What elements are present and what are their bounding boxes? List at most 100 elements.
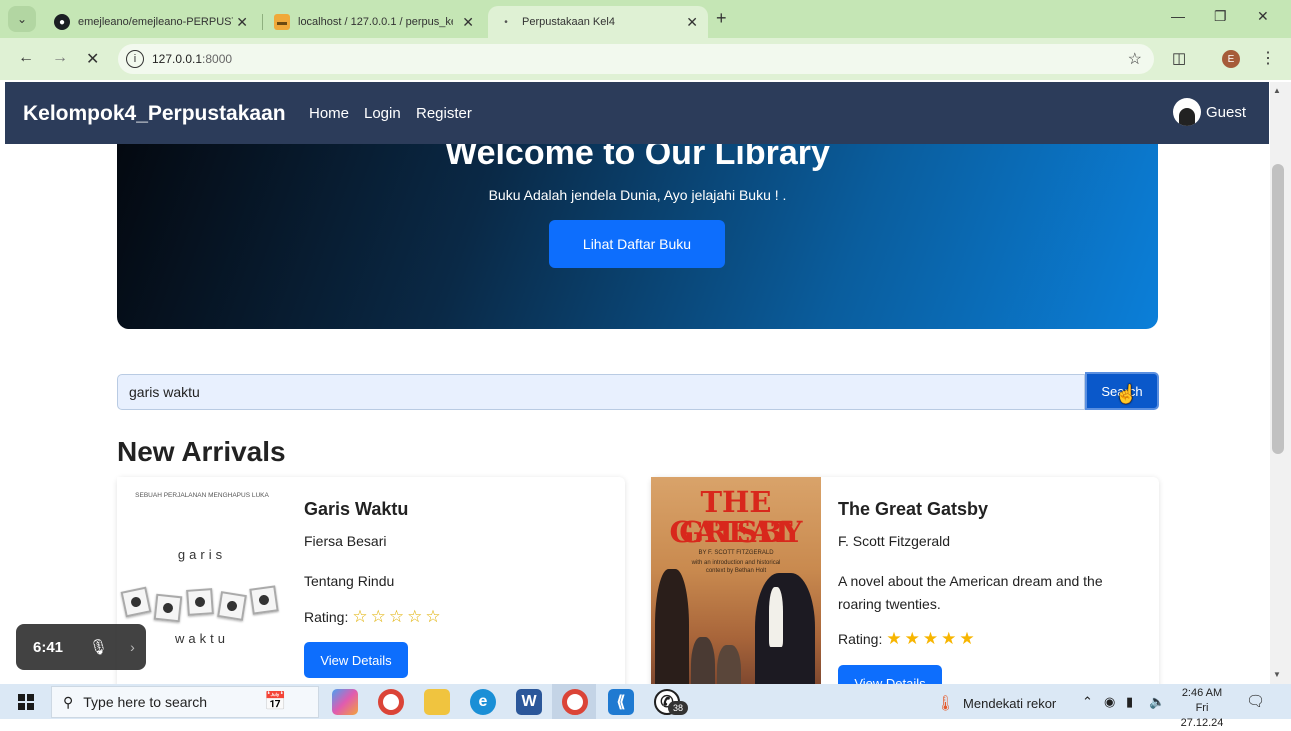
book-author: F. Scott Fitzgerald (838, 533, 951, 549)
page-content: Welcome to Our Library Buku Adalah jende… (5, 144, 1269, 684)
file-explorer-icon[interactable] (424, 689, 450, 715)
cover-figure (755, 573, 815, 684)
site-navbar: Kelompok4_Perpustakaan Home Login Regist… (5, 82, 1269, 144)
user-name: Guest (1206, 103, 1247, 121)
user-avatar-icon (1173, 98, 1201, 126)
book-rating: Rating: ★★★★★ (838, 629, 978, 649)
whatsapp-badge: 38 (668, 701, 688, 715)
rating-label: Rating: (304, 609, 349, 625)
star-filled-icon: ★ (922, 629, 942, 648)
user-menu[interactable]: Guest (1173, 98, 1246, 126)
windows-taskbar: ⚲ Type here to search 📅 e W ⟪ ✆ 🌡 Mendek… (0, 684, 1291, 729)
star-filled-icon: ★ (904, 629, 923, 648)
network-icon[interactable]: ◉ (1104, 694, 1115, 710)
star-filled-icon: ★ (959, 629, 978, 648)
mouse-pointer-icon: ☝ (1115, 384, 1138, 404)
cover-photo (217, 591, 247, 621)
new-tab-button[interactable]: + (716, 8, 727, 29)
address-bar[interactable]: i 127.0.0.1:8000 ☆ (118, 44, 1154, 74)
taskbar-search-box[interactable]: ⚲ Type here to search 📅 (51, 686, 319, 718)
cover-figure (769, 587, 783, 647)
book-card: THE GREAT GATSBY BY F. SCOTT FITZGERALD … (651, 477, 1159, 684)
forward-arrow-icon[interactable]: → (52, 49, 68, 67)
star-empty-icon: ☆ (370, 607, 389, 626)
star-empty-icon: ☆ (352, 607, 371, 626)
hero-subtitle: Buku Adalah jendela Dunia, Ayo jelajahi … (488, 187, 787, 203)
cover-photo (153, 593, 183, 623)
bookmark-star-icon[interactable]: ☆ (1128, 49, 1142, 69)
book-cover-image[interactable]: THE GREAT GATSBY BY F. SCOTT FITZGERALD … (651, 477, 821, 684)
notification-icon[interactable]: 🗨 (1246, 692, 1265, 710)
calendar-icon: 📅 (264, 691, 287, 711)
nav-link-login[interactable]: Login (364, 105, 401, 122)
tab-github[interactable]: ● emejleano/emejleano-PERPUSTAKAAN ✕ (44, 6, 258, 38)
back-arrow-icon[interactable]: ← (18, 49, 34, 67)
star-filled-icon: ★ (941, 629, 960, 648)
more-menu-icon[interactable]: ⋮ (1260, 48, 1276, 68)
scroll-down-arrow-icon[interactable]: ▼ (1273, 670, 1281, 679)
voice-recorder-widget[interactable]: 6:41 🎙 › (16, 624, 146, 670)
volume-icon[interactable]: 🔈 (1149, 694, 1165, 710)
stop-loading-icon[interactable]: ✕ (86, 49, 99, 69)
view-details-button[interactable]: View Details (838, 665, 942, 684)
hero-title: Welcome to Our Library (445, 144, 830, 172)
browser-tab-strip: ⌄ ● emejleano/emejleano-PERPUSTAKAAN ✕ ▬… (0, 0, 1291, 38)
browse-books-button[interactable]: Lihat Daftar Buku (549, 220, 725, 268)
profile-avatar[interactable]: E (1222, 50, 1240, 68)
word-icon[interactable]: W (516, 689, 542, 715)
close-icon[interactable]: ✕ (236, 14, 248, 31)
clock-time: 2:46 AM (1181, 687, 1223, 699)
cover-photo (120, 586, 152, 618)
chevron-right-icon[interactable]: › (130, 639, 135, 655)
tab-title: emejleano/emejleano-PERPUSTAKAAN (78, 16, 233, 28)
copilot-icon[interactable] (332, 689, 358, 715)
rating-stars: ☆☆☆☆☆ (352, 607, 443, 627)
site-info-icon[interactable]: i (126, 50, 144, 68)
site-brand[interactable]: Kelompok4_Perpustakaan (23, 102, 286, 126)
scroll-up-arrow-icon[interactable]: ▲ (1273, 86, 1281, 95)
cover-photo (249, 585, 279, 615)
restore-icon[interactable]: ❐ (1214, 8, 1227, 25)
vscode-icon[interactable]: ⟪ (608, 689, 634, 715)
tab-search-chevron-icon[interactable]: ⌄ (8, 6, 36, 32)
edge-icon[interactable]: e (470, 689, 496, 715)
cover-tagline: SEBUAH PERJALANAN MENGHAPUS LUKA (135, 492, 269, 499)
star-empty-icon: ☆ (425, 607, 444, 626)
tab-perpustakaan[interactable]: • Perpustakaan Kel4 ✕ (488, 6, 708, 38)
weather-widget[interactable]: 🌡 Mendekati rekor (936, 694, 1056, 712)
nav-link-home[interactable]: Home (309, 105, 349, 122)
cover-figure (691, 637, 715, 684)
battery-icon[interactable]: ▮ (1126, 694, 1133, 710)
recorder-time: 6:41 (33, 638, 64, 656)
book-card: SEBUAH PERJALANAN MENGHAPUS LUKA garis w… (117, 477, 625, 684)
cover-figure (655, 569, 689, 684)
book-description: Tentang Rindu (304, 573, 395, 589)
cover-byline: BY F. SCOTT FITZGERALD (698, 550, 774, 556)
book-author: Fiersa Besari (304, 533, 387, 549)
system-clock[interactable]: 2:46 AM Fri 27.12.24 (1173, 686, 1231, 731)
chrome-active-icon[interactable] (562, 689, 588, 715)
cover-word: garis (177, 547, 227, 562)
tray-chevron-up-icon[interactable]: ⌃ (1082, 694, 1093, 710)
tab-phpmyadmin[interactable]: ▬ localhost / 127.0.0.1 / perpus_kel4 ✕ (264, 6, 484, 38)
loading-icon: • (504, 16, 508, 28)
nav-link-register[interactable]: Register (416, 105, 472, 122)
scrollbar-thumb[interactable] (1272, 164, 1284, 454)
search-input[interactable]: garis waktu (117, 374, 1085, 410)
close-window-icon[interactable]: ✕ (1257, 8, 1269, 25)
search-icon: ⚲ (63, 693, 74, 710)
hero-banner: Welcome to Our Library Buku Adalah jende… (117, 144, 1158, 329)
section-title: New Arrivals (117, 436, 286, 467)
taskbar-search-placeholder: Type here to search (83, 694, 208, 710)
url-text: 127.0.0.1:8000 (152, 52, 232, 66)
view-details-button[interactable]: View Details (304, 642, 408, 678)
microphone-icon[interactable]: 🎙 (89, 638, 108, 656)
windows-start-icon[interactable] (18, 694, 34, 710)
chrome-icon[interactable] (378, 689, 404, 715)
close-icon[interactable]: ✕ (462, 14, 474, 31)
extensions-puzzle-icon[interactable]: ◫ (1172, 49, 1186, 67)
minimize-icon[interactable]: — (1171, 8, 1185, 24)
close-icon[interactable]: ✕ (686, 14, 698, 31)
phpmyadmin-icon: ▬ (274, 14, 290, 30)
book-title: The Great Gatsby (838, 499, 989, 519)
